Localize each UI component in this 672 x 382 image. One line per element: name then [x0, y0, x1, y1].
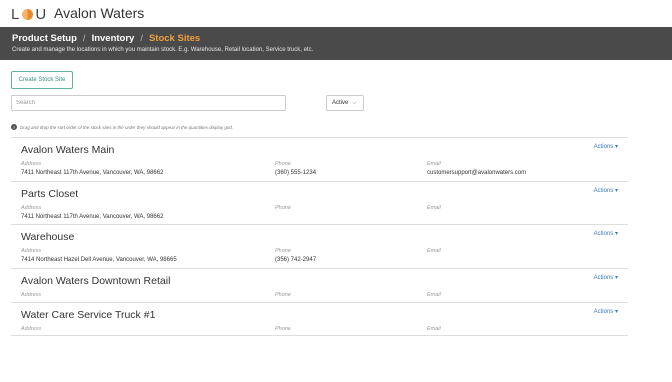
- address-value: 7411 Northeast 117th Avenue, Vancouver, …: [21, 214, 164, 220]
- address-label: Address: [21, 248, 42, 254]
- address-label: Address: [21, 161, 42, 167]
- phone-label: Phone: [275, 161, 291, 167]
- breadcrumb: Product Setup / Inventory / Stock Sites: [12, 33, 200, 44]
- stock-site-row[interactable]: Avalon Waters Main Actions ▾ Address Pho…: [11, 137, 628, 181]
- address-value: 7411 Northeast 117th Avenue, Vancouver, …: [21, 170, 164, 176]
- breadcrumb-separator: /: [82, 33, 86, 44]
- status-filter-select[interactable]: Active ⌵: [326, 95, 364, 111]
- phone-label: Phone: [275, 292, 291, 298]
- logo-o-icon: [22, 8, 34, 20]
- stock-site-row[interactable]: Water Care Service Truck #1 Actions ▾ Ad…: [11, 302, 628, 336]
- breadcrumb-stock-sites: Stock Sites: [148, 33, 201, 44]
- site-name: Warehouse: [21, 231, 75, 243]
- create-stock-site-button[interactable]: Create Stock Site: [11, 71, 73, 89]
- stock-site-row[interactable]: Parts Closet Actions ▾ Address Phone Ema…: [11, 181, 628, 224]
- site-name: Avalon Waters Downtown Retail: [21, 275, 171, 287]
- address-label: Address: [21, 205, 42, 211]
- actions-dropdown[interactable]: Actions ▾: [594, 230, 618, 237]
- help-icon: ?: [11, 124, 17, 130]
- phone-label: Phone: [275, 248, 291, 254]
- address-value: 7414 Northeast Hazel Dell Avenue, Vancou…: [21, 257, 177, 263]
- phone-value: (356) 742-2947: [275, 257, 317, 263]
- actions-dropdown[interactable]: Actions ▾: [594, 308, 618, 315]
- email-label: Email: [427, 326, 441, 332]
- breadcrumb-inventory[interactable]: Inventory: [92, 33, 135, 44]
- lou-logo[interactable]: LU: [11, 6, 47, 23]
- site-name: Water Care Service Truck #1: [21, 309, 156, 321]
- breadcrumb-product-setup[interactable]: Product Setup: [12, 33, 77, 44]
- phone-label: Phone: [275, 326, 291, 332]
- site-name: Parts Closet: [21, 188, 79, 200]
- stock-site-list: Avalon Waters Main Actions ▾ Address Pho…: [11, 137, 628, 336]
- phone-label: Phone: [275, 205, 291, 211]
- address-label: Address: [21, 292, 42, 298]
- chevron-down-icon: ⌵: [352, 100, 357, 106]
- status-filter-value: Active: [332, 100, 349, 106]
- address-label: Address: [21, 326, 42, 332]
- actions-dropdown[interactable]: Actions ▾: [594, 143, 618, 150]
- email-value: customersupport@avalonwaters.com: [427, 170, 527, 176]
- sort-hint: ? Drag and drop the sort order of the st…: [11, 124, 233, 130]
- breadcrumb-separator: /: [140, 33, 143, 44]
- email-label: Email: [427, 248, 441, 254]
- email-label: Email: [427, 161, 441, 167]
- page-header: Product Setup / Inventory / Stock Sites …: [0, 27, 672, 60]
- stock-site-row[interactable]: Avalon Waters Downtown Retail Actions ▾ …: [11, 268, 628, 302]
- site-name: Avalon Waters Main: [21, 144, 115, 156]
- email-label: Email: [427, 292, 441, 298]
- actions-dropdown[interactable]: Actions ▾: [594, 274, 618, 281]
- email-label: Email: [427, 205, 441, 211]
- org-name: Avalon Waters: [54, 5, 145, 21]
- top-bar: LU Avalon Waters: [0, 0, 672, 27]
- sort-hint-text: Drag and drop the sort order of the stoc…: [20, 124, 234, 130]
- search-input[interactable]: [11, 95, 286, 111]
- page-subtitle: Create and manage the locations in which…: [12, 47, 314, 53]
- phone-value: (360) 555-1234: [275, 170, 317, 176]
- stock-site-row[interactable]: Warehouse Actions ▾ Address Phone Email …: [11, 224, 628, 268]
- actions-dropdown[interactable]: Actions ▾: [594, 187, 618, 194]
